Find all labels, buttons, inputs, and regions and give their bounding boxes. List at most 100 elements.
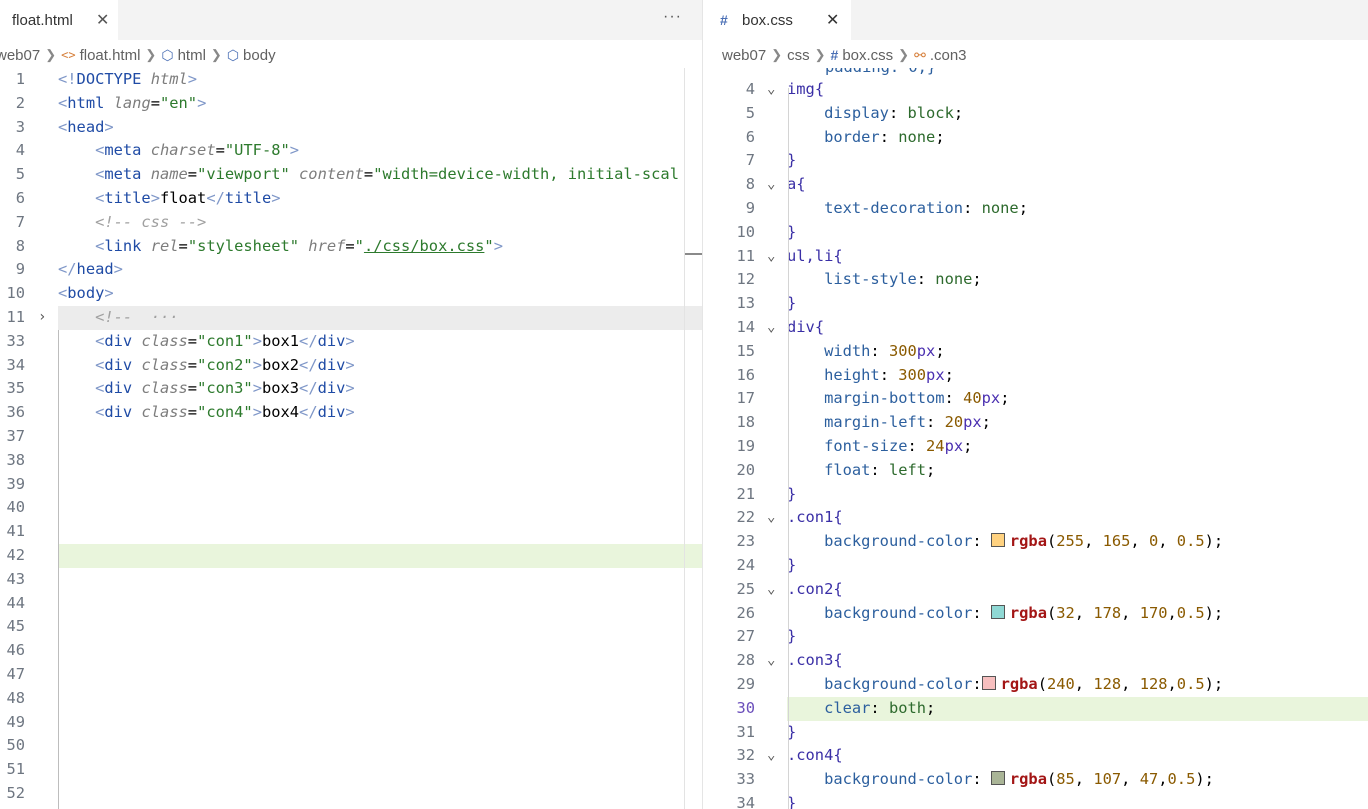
code-line[interactable]: 29 background-color: rgba(240, 128, 128,0… bbox=[703, 673, 1368, 697]
code-line[interactable]: 33 background-color: rgba(85, 107, 47,0.… bbox=[703, 768, 1368, 792]
css-code-editor[interactable]: padding: 0;}4⌄img{5 display: block;6 bor… bbox=[703, 68, 1368, 809]
code-line[interactable]: 33 <div class="con1">box1</div> bbox=[0, 330, 702, 354]
breadcrumb-selector[interactable]: ⚯ .con3 bbox=[914, 47, 966, 64]
breadcrumb-html[interactable]: ⬡ html bbox=[161, 47, 206, 64]
code-text: background-color: rgba(32, 178, 170,0.5)… bbox=[787, 602, 1223, 626]
code-token: , bbox=[1121, 603, 1140, 622]
code-line[interactable]: 10} bbox=[703, 221, 1368, 245]
code-line[interactable]: 21} bbox=[703, 483, 1368, 507]
code-line[interactable]: 5 <meta name="viewport" content="width=d… bbox=[0, 163, 702, 187]
code-line[interactable]: 24} bbox=[703, 554, 1368, 578]
chevron-right-icon[interactable]: › bbox=[38, 306, 46, 330]
chevron-down-icon[interactable]: ⌄ bbox=[767, 78, 775, 102]
line-number: 8 bbox=[745, 175, 755, 194]
code-line[interactable]: 39 bbox=[0, 473, 702, 497]
code-line[interactable]: 10 <body> bbox=[0, 282, 702, 306]
tab-box-css[interactable]: # box.css ✕ bbox=[703, 0, 851, 40]
line-number: 23 bbox=[736, 532, 755, 551]
code-line[interactable]: 34 <div class="con2">box2</div> bbox=[0, 354, 702, 378]
code-line[interactable]: 4 <meta charset="UTF-8"> bbox=[0, 139, 702, 163]
code-line[interactable]: 38 bbox=[0, 449, 702, 473]
code-line[interactable]: 15 width: 300px; bbox=[703, 340, 1368, 364]
breadcrumb-body[interactable]: ⬡ body bbox=[227, 47, 276, 64]
breadcrumb-folder-css[interactable]: css bbox=[787, 47, 810, 64]
code-line[interactable]: 32 ⌄ .con4{ bbox=[703, 744, 1368, 768]
breadcrumb-folder[interactable]: web07 bbox=[722, 47, 766, 64]
code-line[interactable]: 7} bbox=[703, 149, 1368, 173]
code-line[interactable]: 7 <!-- css --> bbox=[0, 211, 702, 235]
code-line[interactable]: 44 bbox=[0, 592, 702, 616]
code-line[interactable]: 4 ⌄ img{ bbox=[703, 78, 1368, 102]
code-line[interactable]: 25 ⌄ .con2{ bbox=[703, 578, 1368, 602]
color-swatch[interactable] bbox=[990, 533, 1005, 548]
code-line[interactable]: 35 <div class="con3">box3</div> bbox=[0, 377, 702, 401]
close-icon[interactable]: ✕ bbox=[96, 10, 109, 30]
code-line[interactable]: 42 bbox=[6, 544, 702, 568]
code-line[interactable]: 8 <link rel="stylesheet" href="./css/box… bbox=[0, 235, 702, 259]
code-line[interactable]: 5 display: block; bbox=[703, 102, 1368, 126]
chevron-down-icon[interactable]: ⌄ bbox=[767, 649, 775, 673]
code-line[interactable]: 34} bbox=[703, 792, 1368, 809]
code-token: > bbox=[252, 403, 262, 422]
chevron-down-icon[interactable]: ⌄ bbox=[767, 173, 775, 197]
code-line[interactable]: 43 bbox=[0, 568, 702, 592]
code-line[interactable]: 8 ⌄ a{ bbox=[703, 173, 1368, 197]
code-line[interactable]: 27} bbox=[703, 625, 1368, 649]
code-line[interactable]: 41 bbox=[0, 520, 702, 544]
line-number: 30 bbox=[736, 698, 755, 717]
code-line[interactable]: 9 text-decoration: none; bbox=[703, 197, 1368, 221]
code-line[interactable]: 11 ⌄ ul,li{ bbox=[703, 245, 1368, 269]
code-line[interactable]: 49 bbox=[0, 711, 702, 735]
code-line[interactable]: 11 › <!-- ··· bbox=[6, 306, 702, 330]
code-line[interactable]: 6 border: none; bbox=[703, 126, 1368, 150]
line-number: 12 bbox=[736, 270, 755, 289]
code-line[interactable]: 6 <title>float</title> bbox=[0, 187, 702, 211]
code-line[interactable]: 14 ⌄ div{ bbox=[703, 316, 1368, 340]
code-line[interactable]: 50 bbox=[0, 734, 702, 758]
code-line[interactable]: 22 ⌄ .con1{ bbox=[703, 506, 1368, 530]
color-swatch[interactable] bbox=[990, 604, 1005, 619]
chevron-down-icon[interactable]: ⌄ bbox=[767, 578, 775, 602]
color-swatch[interactable] bbox=[990, 771, 1005, 786]
code-line[interactable]: 3 <head> bbox=[0, 116, 702, 140]
code-line[interactable]: 26 background-color: rgba(32, 178, 170,0… bbox=[703, 602, 1368, 626]
chevron-down-icon[interactable]: ⌄ bbox=[767, 744, 775, 768]
breadcrumb-file[interactable]: <> float.html bbox=[61, 47, 140, 64]
code-line[interactable]: 46 bbox=[0, 639, 702, 663]
code-line[interactable]: 51 bbox=[0, 758, 702, 782]
breadcrumb-folder[interactable]: web07 bbox=[0, 47, 40, 64]
code-token: , bbox=[1074, 675, 1094, 693]
code-line[interactable]: 47 bbox=[0, 663, 702, 687]
chevron-down-icon[interactable]: ⌄ bbox=[767, 506, 775, 530]
code-line[interactable]: 52 bbox=[0, 782, 702, 806]
code-token: <!-- bbox=[95, 308, 151, 326]
code-line[interactable]: 17 margin-bottom: 40px; bbox=[703, 387, 1368, 411]
code-line[interactable]: 13} bbox=[703, 292, 1368, 316]
tab-float-html[interactable]: › float.html ✕ bbox=[0, 0, 118, 40]
code-line[interactable]: 36 <div class="con4">box4</div> bbox=[0, 401, 702, 425]
code-line[interactable]: 48 bbox=[0, 687, 702, 711]
color-swatch[interactable] bbox=[981, 676, 996, 690]
code-line[interactable]: 31} bbox=[703, 721, 1368, 745]
code-line[interactable]: 1 <!DOCTYPE html> bbox=[0, 68, 702, 92]
code-line[interactable]: 37 bbox=[0, 425, 702, 449]
close-icon[interactable]: ✕ bbox=[826, 10, 839, 30]
chevron-down-icon[interactable]: ⌄ bbox=[767, 245, 775, 269]
code-line[interactable]: 18 margin-left: 20px; bbox=[703, 411, 1368, 435]
code-line[interactable]: 19 font-size: 24px; bbox=[703, 435, 1368, 459]
code-line[interactable]: 30 clear: both; bbox=[736, 696, 1368, 721]
breadcrumb-file[interactable]: # box.css bbox=[831, 47, 894, 64]
line-number: 7 bbox=[745, 151, 755, 170]
html-code-editor[interactable]: 1 <!DOCTYPE html> 2 <html lang="en"> 3 <head>… bbox=[0, 68, 702, 809]
more-actions-icon[interactable]: ··· bbox=[663, 8, 682, 26]
code-line[interactable]: 12 list-style: none; bbox=[703, 268, 1368, 292]
code-line[interactable]: 28 ⌄ .con3{ bbox=[703, 649, 1368, 673]
code-line[interactable]: 16 height: 300px; bbox=[703, 364, 1368, 388]
chevron-down-icon[interactable]: ⌄ bbox=[767, 316, 775, 340]
code-line[interactable]: 45 bbox=[0, 615, 702, 639]
code-line[interactable]: 9 </head> bbox=[0, 258, 702, 282]
code-line[interactable]: 40 bbox=[0, 496, 702, 520]
code-line[interactable]: 23 background-color: rgba(255, 165, 0, 0… bbox=[703, 530, 1368, 554]
code-line[interactable]: 2 <html lang="en"> bbox=[0, 92, 702, 116]
code-line[interactable]: 20 float: left; bbox=[703, 459, 1368, 483]
